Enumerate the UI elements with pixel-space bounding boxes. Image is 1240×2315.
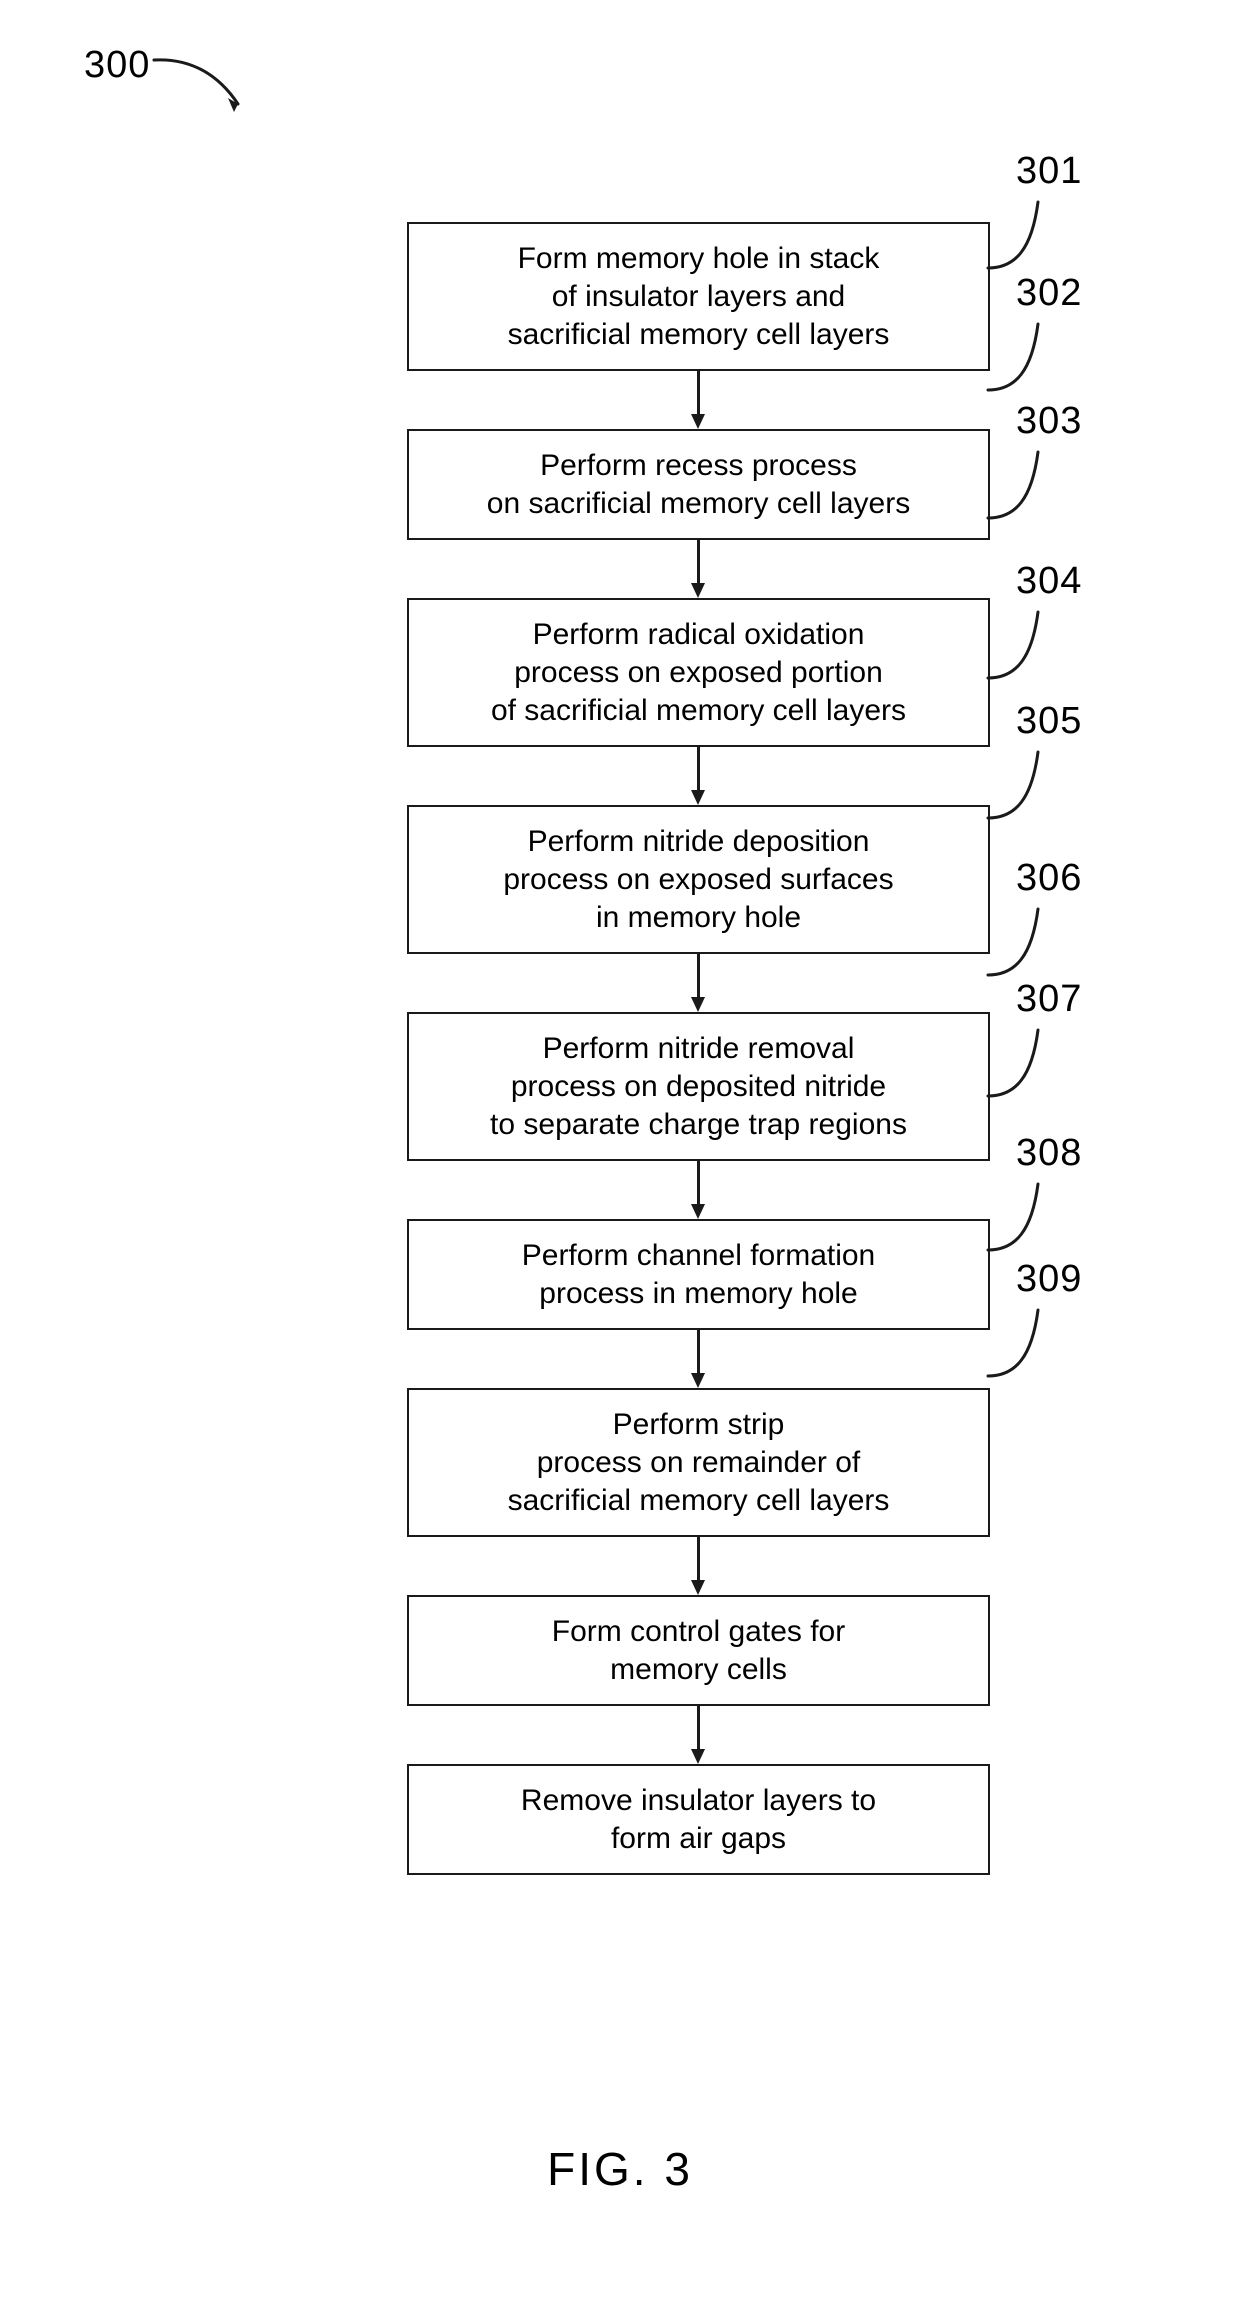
step-text-line: of sacrificial memory cell layers — [490, 693, 907, 727]
step-text-line: Form control gates for — [551, 1614, 846, 1648]
step-text-line: Perform nitride deposition — [527, 824, 870, 858]
reference-numeral-307: 307 — [1016, 978, 1083, 1020]
reference-numeral-308: 308 — [1016, 1132, 1083, 1174]
step-text-line: sacrificial memory cell layers — [507, 317, 890, 351]
leader-line-306-icon — [986, 907, 1040, 977]
flowchart-step-306[interactable]: Perform channel formation process in mem… — [407, 1219, 990, 1330]
connector-308-309 — [691, 1706, 705, 1764]
flowchart-step-301[interactable]: Form memory hole in stack of insulator l… — [407, 222, 990, 371]
step-text-line: process on remainder of — [536, 1445, 861, 1479]
step-text-line: Perform channel formation — [521, 1238, 876, 1272]
connector-302-303 — [691, 540, 705, 598]
connector-305-306 — [691, 1161, 705, 1219]
reference-numeral-303: 303 — [1016, 400, 1083, 442]
flowchart-step-302[interactable]: Perform recess process on sacrificial me… — [407, 429, 990, 540]
connector-307-308 — [691, 1537, 705, 1595]
step-text-line: of insulator layers and — [551, 279, 846, 313]
step-text-line: form air gaps — [610, 1821, 787, 1855]
connector-304-305 — [691, 954, 705, 1012]
reference-numeral-305: 305 — [1016, 700, 1083, 742]
connector-301-302 — [691, 371, 705, 429]
step-text-line: process on exposed portion — [514, 655, 883, 689]
flowchart-step-305[interactable]: Perform nitride removal process on depos… — [407, 1012, 990, 1161]
figure-caption: FIG. 3 — [547, 2143, 693, 2195]
leader-line-307-icon — [986, 1028, 1040, 1098]
flowchart-step-309[interactable]: Remove insulator layers to form air gaps — [407, 1764, 990, 1875]
step-text-line: sacrificial memory cell layers — [507, 1483, 890, 1517]
flowchart-step-307[interactable]: Perform strip process on remainder of sa… — [407, 1388, 990, 1537]
leader-line-309-icon — [986, 1308, 1040, 1378]
flowchart-step-303[interactable]: Perform radical oxidation process on exp… — [407, 598, 990, 747]
step-text-line: Perform radical oxidation — [532, 617, 865, 651]
leader-line-302-icon — [986, 322, 1040, 392]
reference-numeral-301: 301 — [1016, 150, 1083, 192]
step-text-line: in memory hole — [595, 900, 802, 934]
reference-numeral-302: 302 — [1016, 272, 1083, 314]
flowchart: Form memory hole in stack of insulator l… — [0, 0, 1240, 2315]
leader-line-303-icon — [986, 450, 1040, 520]
step-text-line: process on deposited nitride — [510, 1069, 887, 1103]
step-text-line: Perform recess process — [540, 448, 857, 482]
leader-line-305-icon — [986, 750, 1040, 820]
leader-line-308-icon — [986, 1182, 1040, 1252]
leader-line-304-icon — [986, 610, 1040, 680]
reference-numeral-306: 306 — [1016, 857, 1083, 899]
reference-numeral-309: 309 — [1016, 1258, 1083, 1300]
figure-canvas: 300 Form memory hole in stack of insulat… — [0, 0, 1240, 2315]
reference-numeral-304: 304 — [1016, 560, 1083, 602]
flowchart-step-304[interactable]: Perform nitride deposition process on ex… — [407, 805, 990, 954]
step-text-line: process in memory hole — [539, 1276, 858, 1310]
step-text-line: Perform strip — [612, 1407, 785, 1441]
connector-306-307 — [691, 1330, 705, 1388]
step-text-line: Remove insulator layers to — [520, 1783, 877, 1817]
step-text-line: Perform nitride removal — [542, 1031, 855, 1065]
flowchart-step-308[interactable]: Form control gates for memory cells — [407, 1595, 990, 1706]
leader-line-301-icon — [986, 200, 1040, 270]
step-text-line: to separate charge trap regions — [490, 1107, 907, 1141]
step-text-line: on sacrificial memory cell layers — [486, 486, 911, 520]
step-text-line: Form memory hole in stack — [517, 241, 880, 275]
connector-303-304 — [691, 747, 705, 805]
step-text-line: process on exposed surfaces — [503, 862, 894, 896]
step-text-line: memory cells — [610, 1652, 787, 1686]
